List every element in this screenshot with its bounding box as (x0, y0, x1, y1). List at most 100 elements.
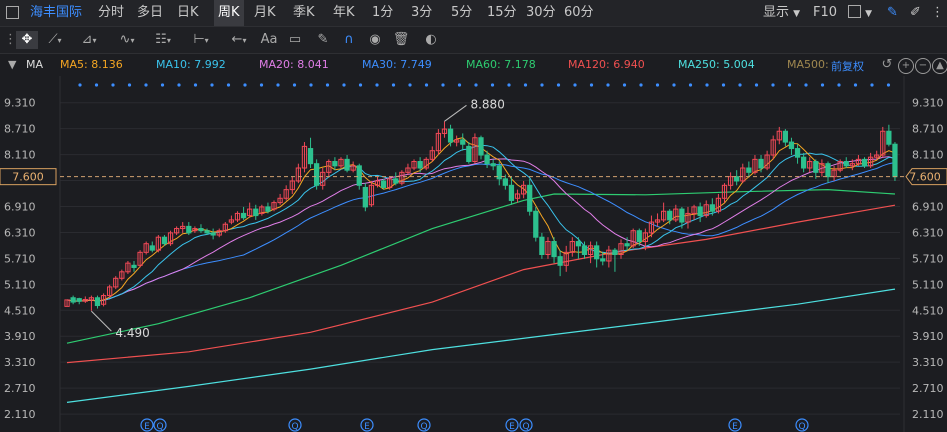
event-dot (276, 83, 280, 87)
plus-circle-icon[interactable]: + (898, 58, 914, 74)
candle-body (204, 230, 210, 234)
candle-body (502, 178, 508, 186)
candle-body (557, 256, 563, 266)
checkbox-icon[interactable] (6, 0, 20, 26)
period-tab-5[interactable]: 季K (293, 0, 315, 26)
candle-body (533, 210, 539, 238)
candle-body (539, 236, 545, 255)
candle-body (393, 178, 399, 184)
measure-tool-icon[interactable]: ⊢▾ (188, 31, 214, 49)
fib-tool-icon[interactable]: ☷▾ (150, 31, 176, 49)
brush-icon[interactable]: ✎ (314, 31, 332, 49)
event-dot (127, 83, 132, 87)
candle-body (612, 249, 618, 255)
trash-icon[interactable]: 🗑 (392, 31, 410, 49)
event-dot (556, 83, 561, 87)
event-dot (738, 83, 742, 87)
period-tab-1[interactable]: 多日 (137, 0, 163, 26)
adjust-label[interactable]: 前复权 (831, 58, 864, 74)
eye-icon[interactable]: ◉ (366, 31, 384, 49)
candlestick-chart[interactable]: 9.3109.3108.7108.7108.1108.1107.5107.510… (0, 76, 947, 432)
high-annotation: 8.880 (470, 97, 504, 111)
display-dropdown[interactable]: 显示 ▼ (763, 0, 800, 26)
chevron-up-icon[interactable]: ▲ (932, 58, 947, 74)
candle-body (861, 158, 868, 167)
period-tab-7[interactable]: 1分 (372, 0, 393, 26)
candle-body (679, 208, 685, 223)
layout-dropdown[interactable]: ▼ (848, 0, 872, 26)
candle-body (801, 156, 807, 169)
candle-body (527, 184, 533, 212)
period-tab-8[interactable]: 3分 (411, 0, 432, 26)
event-dot (94, 83, 99, 87)
event-dot (606, 83, 610, 87)
event-dot (523, 83, 528, 87)
period-tab-9[interactable]: 5分 (451, 0, 472, 26)
candle-body (466, 145, 472, 163)
event-dot (441, 83, 445, 87)
minus-circle-icon[interactable]: − (915, 58, 931, 74)
period-tab-12[interactable]: 60分 (564, 0, 594, 26)
more-icon[interactable]: ⋮ (931, 0, 944, 26)
indicator-label[interactable]: MA (26, 58, 43, 71)
edit-icon[interactable]: ✐ (910, 0, 921, 26)
period-tab-11[interactable]: 30分 (526, 0, 556, 26)
candle-body (624, 243, 630, 247)
y-tick-left: 6.910 (4, 200, 36, 213)
candle-body (344, 158, 350, 171)
wave-tool-icon[interactable]: ∿▾ (114, 31, 140, 49)
ray-tool-icon[interactable]: ⊿▾ (78, 31, 100, 49)
y-tick-right: 5.710 (912, 252, 944, 265)
event-dot (144, 83, 148, 87)
event-dot (243, 83, 247, 87)
event-dot (507, 83, 511, 87)
magnet-icon[interactable]: ∩ (340, 31, 358, 49)
y-tick-right: 8.710 (912, 123, 944, 136)
candle-body (746, 167, 752, 173)
arrow-tool-icon[interactable]: ←▾ (226, 31, 252, 49)
y-tick-left: 4.510 (4, 304, 36, 317)
candle-body (794, 148, 801, 158)
ma-legend-item-4: MA60: 7.178 (466, 58, 536, 71)
collapse-legend-icon[interactable]: ▼ (8, 58, 16, 71)
f10-button[interactable]: F10 (813, 0, 837, 26)
undo-icon[interactable]: ↺ (880, 58, 894, 72)
period-tab-0[interactable]: 分时 (98, 0, 124, 26)
event-dot (424, 83, 429, 87)
period-tab-2[interactable]: 日K (177, 0, 199, 26)
ma250-line (66, 288, 896, 403)
y-tick-right: 3.310 (912, 356, 944, 369)
candle-body (332, 161, 338, 167)
ma-legend-item-2: MA20: 8.041 (259, 58, 329, 71)
display-label: 显示 (763, 5, 790, 20)
period-tab-3[interactable]: 周K (214, 0, 244, 26)
candle-body (210, 232, 216, 236)
text-tool-icon[interactable]: Aa (258, 31, 280, 49)
ma-legend-item-3: MA30: 7.749 (362, 58, 432, 71)
period-tab-10[interactable]: 15分 (487, 0, 517, 26)
chevron-down-icon: ▼ (793, 9, 801, 19)
toggle-icon[interactable]: ◐ (420, 31, 442, 49)
candle-body (843, 161, 849, 167)
event-marker-label: E (144, 422, 150, 432)
crosshair-icon[interactable]: ✥ (16, 31, 38, 49)
candle-body (667, 210, 673, 221)
period-tab-4[interactable]: 月K (254, 0, 276, 26)
ma-legend-item-0: MA5: 8.136 (60, 58, 123, 71)
candle-body (490, 163, 496, 167)
y-tick-left: 3.310 (4, 356, 36, 369)
event-dot (573, 83, 577, 87)
line-tool-icon[interactable]: ⟋▾ (44, 31, 66, 49)
event-marker-label: E (364, 422, 370, 432)
stock-name[interactable]: 海丰国际 (30, 0, 82, 26)
pen-icon[interactable]: ✎ (887, 0, 898, 26)
ma-legend-item-6: MA250: 5.004 (678, 58, 755, 71)
event-dot (837, 83, 841, 87)
candle-body (782, 130, 789, 143)
comment-icon[interactable]: ▭ (286, 31, 304, 49)
period-tab-6[interactable]: 年K (333, 0, 355, 26)
event-dot (292, 83, 297, 87)
event-dot (721, 83, 726, 87)
candle-body (581, 245, 588, 255)
event-marker-label: Q (420, 422, 427, 432)
